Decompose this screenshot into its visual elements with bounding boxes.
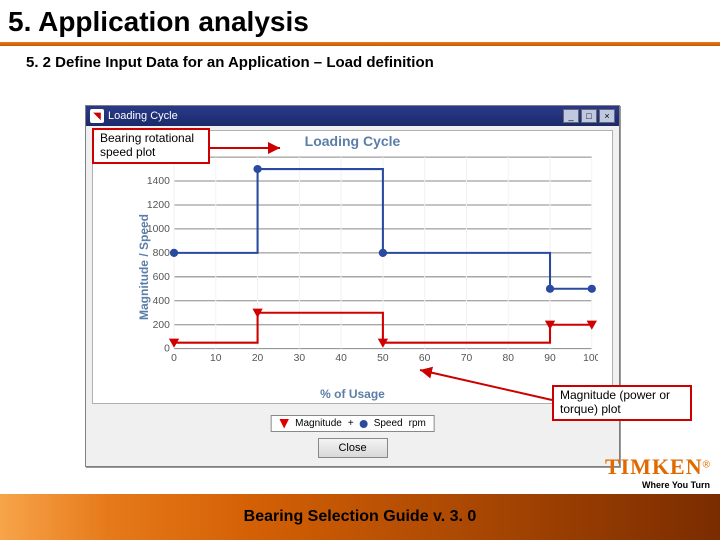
svg-text:60: 60 <box>419 353 431 364</box>
window-titlebar: ◥ Loading Cycle _ □ × <box>86 106 619 126</box>
logo-registered-icon: ® <box>703 460 710 471</box>
footer-bar: Bearing Selection Guide v. 3. 0 <box>0 494 720 540</box>
svg-text:1400: 1400 <box>147 176 170 187</box>
svg-text:800: 800 <box>153 248 171 259</box>
legend-speed-unit: rpm <box>409 418 426 429</box>
svg-text:200: 200 <box>153 320 171 331</box>
footer-title: Bearing Selection Guide v. 3. 0 <box>0 508 720 526</box>
svg-text:1000: 1000 <box>147 224 170 235</box>
close-window-button[interactable]: × <box>599 109 615 123</box>
minimize-button[interactable]: _ <box>563 109 579 123</box>
speed-marker-icon <box>360 420 368 428</box>
svg-text:80: 80 <box>502 353 514 364</box>
svg-text:100: 100 <box>583 353 598 364</box>
svg-text:0: 0 <box>171 353 177 364</box>
magnitude-marker-icon <box>279 419 289 429</box>
app-icon: ◥ <box>90 109 104 123</box>
legend-speed-label: Speed <box>374 418 403 429</box>
timken-logo: TIMKEN® Where You Turn <box>605 454 710 490</box>
slide-subtitle: 5. 2 Define Input Data for an Applicatio… <box>0 46 720 71</box>
svg-text:30: 30 <box>294 353 306 364</box>
svg-text:600: 600 <box>153 272 171 283</box>
callout-speed: Bearing rotational speed plot <box>92 128 210 164</box>
slide-title: 5. Application analysis <box>0 0 720 38</box>
svg-text:400: 400 <box>153 296 171 307</box>
plot-area: 0200400600800100012001400160001020304050… <box>143 153 598 367</box>
logo-tagline: Where You Turn <box>605 480 710 490</box>
legend-plus: + <box>348 418 354 429</box>
legend: Magnitude + Speed rpm <box>270 415 435 432</box>
callout-magnitude: Magnitude (power or torque) plot <box>552 385 692 421</box>
svg-text:70: 70 <box>461 353 473 364</box>
svg-text:1200: 1200 <box>147 200 170 211</box>
chart-area: Loading Cycle Magnitude / Speed % of Usa… <box>92 130 613 404</box>
svg-text:0: 0 <box>164 344 170 355</box>
svg-text:10: 10 <box>210 353 222 364</box>
legend-magnitude-label: Magnitude <box>295 418 342 429</box>
svg-text:40: 40 <box>335 353 347 364</box>
logo-text: TIMKEN <box>605 454 703 479</box>
close-button[interactable]: Close <box>318 438 388 458</box>
window-title: Loading Cycle <box>108 110 178 122</box>
maximize-button[interactable]: □ <box>581 109 597 123</box>
svg-text:50: 50 <box>377 353 389 364</box>
svg-text:90: 90 <box>544 353 556 364</box>
x-axis-label: % of Usage <box>93 387 612 401</box>
svg-text:20: 20 <box>252 353 264 364</box>
